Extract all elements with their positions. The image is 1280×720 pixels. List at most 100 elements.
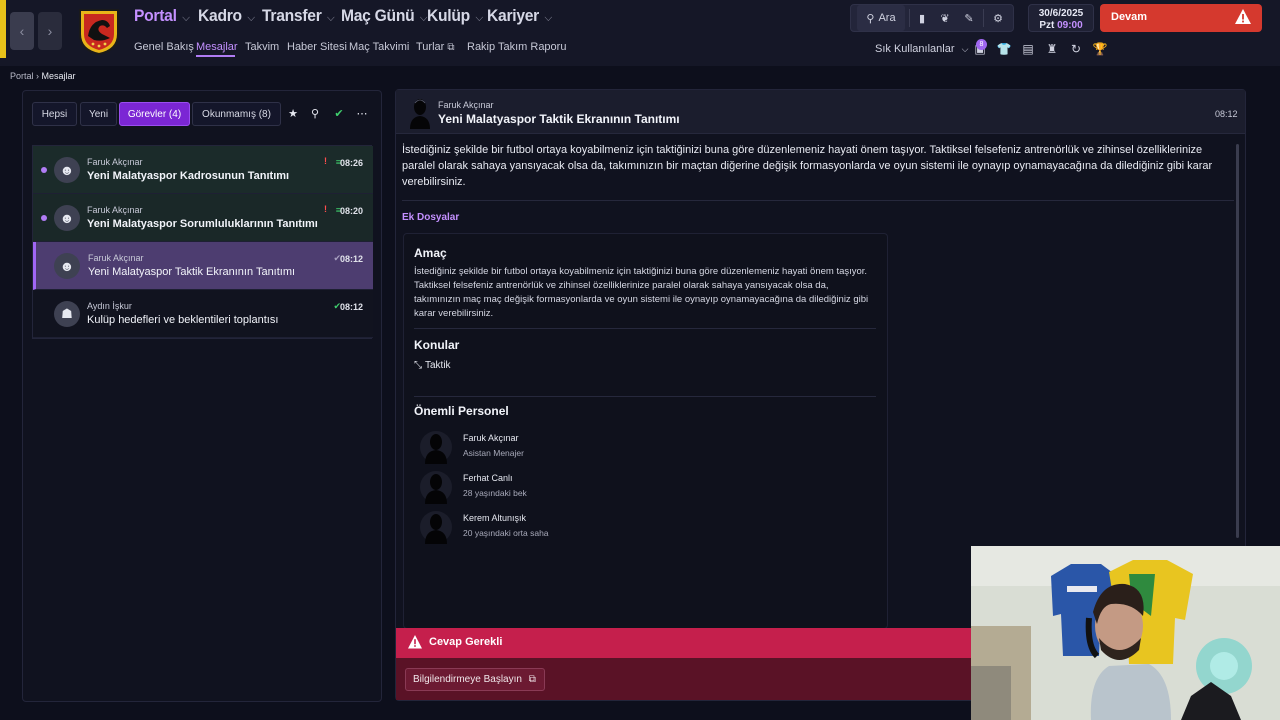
club-logo[interactable]: [74, 6, 124, 56]
subnav-rakip-takim-raporu[interactable]: Rakip Takım Raporu: [467, 41, 566, 53]
chevron-left-icon: ‹: [19, 23, 25, 39]
staff-person[interactable]: Ferhat Canlı 28 yaşındaki bek: [420, 470, 720, 504]
bookmark-button[interactable]: ▮: [913, 5, 931, 31]
filter-new[interactable]: Yeni: [80, 102, 117, 126]
topic-label: Taktik: [425, 360, 451, 371]
nav-kadro[interactable]: Kadro ⌵: [198, 6, 255, 26]
message-subject: Yeni Malatyaspor Kadrosunun Tanıtımı: [87, 170, 290, 182]
message-row[interactable]: ☻ Faruk Akçınar Yeni Malatyaspor Kadrosu…: [33, 146, 373, 194]
nav-portal[interactable]: Portal ⌵: [134, 6, 190, 26]
favorites-dropdown[interactable]: Sık Kullanılanlar ⌵: [875, 43, 968, 55]
date-value: 30/6/2025: [1038, 8, 1084, 19]
subnav-turlar-label: Turlar: [416, 41, 445, 53]
external-link-icon: ⧉: [447, 42, 455, 53]
breadcrumb-portal[interactable]: Portal: [10, 71, 34, 81]
trophy-quick-button[interactable]: 🏆: [1092, 41, 1108, 57]
message-sender: Faruk Akçınar: [88, 253, 144, 263]
message-list: ☻ Faruk Akçınar Yeni Malatyaspor Kadrosu…: [32, 145, 373, 339]
search-icon[interactable]: ⚲: [307, 105, 323, 121]
person-name: Faruk Akçınar: [463, 433, 519, 443]
brain-button[interactable]: ❦: [936, 5, 954, 31]
chevron-down-icon: ⌵: [182, 12, 190, 24]
start-briefing-button[interactable]: Bilgilendirmeye Başlayın ⧉: [405, 668, 545, 691]
person-name: Kerem Altunışık: [463, 513, 527, 523]
person-role: 28 yaşındaki bek: [463, 488, 527, 498]
subnav-genel-bakis[interactable]: Genel Bakış: [134, 41, 194, 53]
subnav-takvim[interactable]: Takvim: [245, 41, 279, 53]
nav-mac-gunu[interactable]: Maç Günü ⌵: [341, 6, 428, 26]
message-body: İstediğiniz şekilde bir futbol ortaya ko…: [402, 144, 1213, 188]
detail-subject: Yeni Malatyaspor Taktik Ekranının Tanıtı…: [438, 112, 680, 126]
subnav-turlar[interactable]: Turlar ⧉: [416, 41, 455, 53]
toolbar-divider: [909, 9, 910, 27]
message-row[interactable]: ☻ Faruk Akçınar Yeni Malatyaspor Sorumlu…: [33, 194, 373, 242]
start-briefing-label: Bilgilendirmeye Başlayın: [413, 674, 522, 685]
chevron-down-icon: ⌵: [544, 12, 553, 24]
nav-portal-label: Portal: [134, 6, 177, 25]
forward-button[interactable]: ›: [38, 12, 62, 50]
mark-read-icon[interactable]: ✔: [331, 105, 347, 121]
kit-quick-button[interactable]: 👕: [996, 41, 1012, 57]
pen-button[interactable]: ✎: [960, 5, 978, 31]
coach-icon: ☻: [59, 162, 75, 178]
staff-person[interactable]: Kerem Altunışık 20 yaşındaki orta saha: [420, 510, 720, 544]
favorites-label: Sık Kullanılanlar: [875, 43, 955, 55]
message-time: 08:20: [339, 206, 363, 216]
chevron-down-icon: ⌵: [327, 12, 335, 24]
coach-icon: ☻: [59, 210, 75, 226]
subnav-mac-takvimi[interactable]: Maç Takvimi: [349, 41, 409, 53]
filter-all[interactable]: Hepsi: [32, 102, 77, 126]
shirt-icon: 👕: [996, 42, 1012, 56]
message-sender: Faruk Akçınar: [87, 157, 143, 167]
goal-title: Amaç: [414, 246, 447, 260]
person-role: Asistan Menajer: [463, 448, 524, 458]
nav-kariyer[interactable]: Kariyer ⌵: [487, 6, 552, 26]
filter-tasks[interactable]: Görevler (4): [119, 102, 190, 126]
subnav-mesajlar[interactable]: Mesajlar: [196, 41, 238, 53]
whistle-icon: ♜: [1046, 42, 1058, 56]
message-count-badge: 8: [976, 39, 987, 50]
goal-text: İstediğiniz şekilde bir futbol ortaya ko…: [414, 266, 869, 319]
nav-transfer[interactable]: Transfer ⌵: [262, 6, 335, 26]
chevron-down-icon: ⌵: [475, 12, 483, 24]
nav-kulup[interactable]: Kulüp ⌵: [427, 6, 483, 26]
topic-item[interactable]: ⤡ Taktik: [414, 360, 451, 371]
search-icon: ⚲: [866, 12, 875, 25]
divider: [414, 396, 876, 397]
settings-button[interactable]: ⚙: [988, 5, 1008, 31]
search-label: Ara: [878, 12, 896, 24]
tactics-quick-button[interactable]: ▤: [1020, 41, 1036, 57]
star-icon[interactable]: ★: [285, 105, 301, 121]
staff-avatar: ☻: [54, 205, 80, 231]
filter-unread[interactable]: Okunmamış (8): [192, 102, 281, 126]
gear-icon: ⚙: [993, 12, 1003, 25]
continue-button[interactable]: Devam: [1100, 4, 1262, 32]
message-row-selected[interactable]: ☻ Faruk Akçınar Yeni Malatyaspor Taktik …: [33, 242, 373, 290]
coach-icon: ☻: [59, 258, 75, 274]
training-quick-button[interactable]: ♜: [1044, 41, 1060, 57]
toolbar: ⚲ Ara ▮ ❦ ✎ ⚙: [850, 4, 1014, 32]
clipboard-icon: ▤: [1022, 42, 1034, 56]
game-date[interactable]: 30/6/2025 Pzt 09:00: [1028, 4, 1094, 32]
message-row[interactable]: ☗ Aydın İşkur Kulüp hedefleri ve beklent…: [33, 290, 373, 338]
tactics-icon: ⤡: [414, 360, 422, 371]
webcam-overlay: [971, 546, 1280, 720]
back-button[interactable]: ‹: [10, 12, 34, 50]
scrollbar[interactable]: [1236, 144, 1239, 538]
warning-icon: [1235, 9, 1251, 24]
app-root: ‹ › Portal ⌵ Kadro ⌵ Transfer ⌵ Maç Günü ⌵ K…: [0, 0, 1280, 720]
person-avatar: [420, 471, 452, 504]
person-avatar: [420, 511, 452, 544]
search-button[interactable]: ⚲ Ara: [857, 5, 905, 31]
message-subject: Kulüp hedefleri ve beklentileri toplantı…: [87, 314, 279, 326]
staff-person[interactable]: Faruk Akçınar Asistan Menajer: [420, 430, 720, 464]
subnav-haber-sitesi[interactable]: Haber Sitesi: [287, 41, 347, 53]
response-required-label: Cevap Gerekli: [429, 636, 503, 648]
more-icon[interactable]: ⋯: [354, 105, 370, 121]
detail-sender[interactable]: Faruk Akçınar: [438, 100, 494, 110]
message-time: 08:26: [339, 158, 363, 168]
day-value: Pzt: [1039, 20, 1055, 31]
nav-kulup-label: Kulüp: [427, 6, 470, 25]
nav-kariyer-label: Kariyer: [487, 6, 539, 25]
refresh-quick-button[interactable]: ↻: [1068, 41, 1084, 57]
